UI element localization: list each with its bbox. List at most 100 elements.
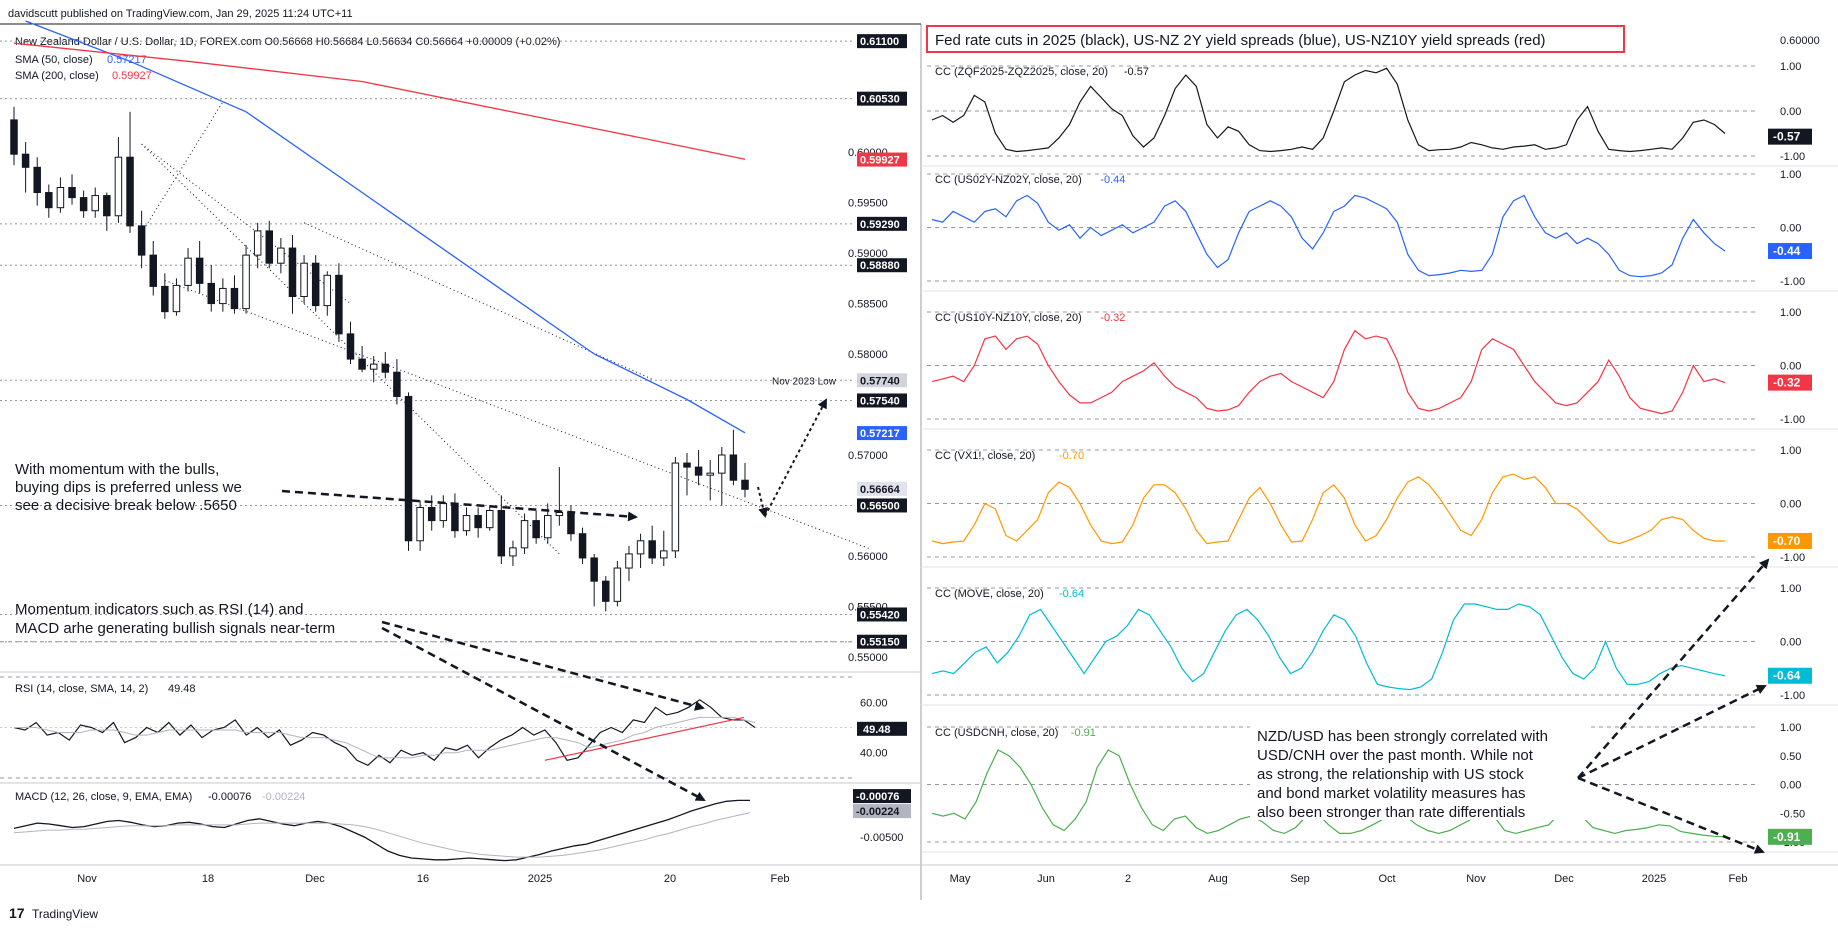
symbol-line: New Zealand Dollar / U.S. Dollar, 1D, FO… bbox=[15, 36, 560, 48]
candle-body bbox=[509, 547, 517, 557]
left-xaxis-label: 2025 bbox=[528, 873, 552, 885]
corr-axis-tick: 0.00 bbox=[1780, 637, 1801, 649]
corr-value-badge-label: -0.57 bbox=[1773, 130, 1801, 144]
candle-body bbox=[126, 156, 134, 227]
corr-axis-tick: -1.00 bbox=[1780, 552, 1805, 564]
right-title: Fed rate cuts in 2025 (black), US-NZ 2Y … bbox=[935, 32, 1546, 49]
candle-body bbox=[741, 479, 749, 490]
right-xaxis-label: Dec bbox=[1554, 873, 1574, 885]
left-xaxis-label: 18 bbox=[202, 873, 214, 885]
candle-body bbox=[68, 187, 76, 199]
candle-body bbox=[207, 282, 216, 305]
annotation-dip-buying: With momentum with the bulls, buying dip… bbox=[15, 461, 242, 514]
left-xaxis-label: Nov bbox=[77, 873, 97, 885]
annotation-momentum: Momentum indicators such as RSI (14) and… bbox=[15, 601, 335, 637]
candle-body bbox=[10, 119, 18, 155]
corr-label-value: -0.70 bbox=[1059, 450, 1084, 462]
arrow-to-move bbox=[1577, 684, 1767, 780]
corr-axis-tick: -1.00 bbox=[1780, 414, 1805, 426]
right-top-tick: 0.60000 bbox=[1780, 35, 1820, 47]
candle-body bbox=[532, 520, 540, 539]
candle-body bbox=[648, 540, 656, 559]
candle-body bbox=[485, 510, 494, 529]
corr-axis-tick: -0.50 bbox=[1780, 808, 1805, 820]
candle-body bbox=[21, 153, 30, 168]
candle-body bbox=[543, 515, 552, 539]
right-xaxis-label: Oct bbox=[1378, 873, 1395, 885]
candle-body bbox=[149, 254, 157, 287]
candle-body bbox=[567, 512, 575, 535]
left-xaxis-label: 20 bbox=[664, 873, 676, 885]
candle-body bbox=[520, 520, 529, 549]
macd-plot: MACD (12, 26, close, 9, EMA, EMA) -0.0007… bbox=[13, 788, 911, 862]
candle-body bbox=[729, 454, 738, 481]
price-level-label: 0.57217 bbox=[860, 428, 900, 440]
right-xaxis-label: Nov bbox=[1466, 873, 1486, 885]
candle-body bbox=[277, 247, 285, 264]
right-xaxis-label: Sep bbox=[1290, 873, 1310, 885]
corr-axis-tick: 0.00 bbox=[1780, 499, 1801, 511]
corr-axis-tick: -1.00 bbox=[1780, 151, 1805, 163]
price-level-label: 0.61100 bbox=[860, 36, 899, 48]
candle-body bbox=[393, 371, 401, 397]
corr-axis-tick: 1.00 bbox=[1780, 307, 1801, 319]
candle-body bbox=[114, 156, 123, 217]
right-xaxis-label: Aug bbox=[1208, 873, 1228, 885]
candle-body bbox=[416, 506, 424, 542]
corr-line bbox=[931, 194, 1726, 278]
corr-axis-tick: 0.00 bbox=[1780, 106, 1801, 118]
annotation-2-line-2: MACD arhe generating bullish signals nea… bbox=[15, 620, 335, 637]
corr-axis-tick: 1.00 bbox=[1780, 583, 1801, 595]
arrow-dip bbox=[757, 486, 768, 518]
candle-body bbox=[323, 274, 332, 307]
rsi-label: RSI (14, close, SMA, 14, 2) bbox=[15, 683, 148, 695]
left-xaxis-label: Feb bbox=[771, 873, 790, 885]
candle-body bbox=[358, 358, 366, 370]
rsi-trendline bbox=[544, 716, 745, 761]
annotation-3-line-1: NZD/USD has been strongly correlated wit… bbox=[1257, 728, 1548, 745]
right-xaxis-label: Jun bbox=[1037, 873, 1055, 885]
corr-label-value: -0.64 bbox=[1059, 588, 1084, 600]
price-axis-tick: 0.56000 bbox=[848, 551, 888, 563]
right-xaxis-label: May bbox=[950, 873, 971, 885]
candle-body bbox=[706, 472, 714, 476]
corr-value-badge-label: -0.32 bbox=[1773, 376, 1801, 390]
candle-body bbox=[137, 225, 146, 256]
arrow-to-usdcnh bbox=[1577, 776, 1765, 854]
macd-axis-tick: -0.00500 bbox=[860, 832, 903, 844]
price-plot bbox=[0, 20, 871, 643]
annotation-correlation: NZD/USD has been strongly correlated wit… bbox=[1250, 726, 1590, 821]
rsi-value: 49.48 bbox=[168, 683, 196, 695]
candle-body bbox=[161, 285, 169, 313]
sma50-label: SMA (50, close) bbox=[15, 54, 93, 66]
chart-canvas: davidscutt published on TradingView.com,… bbox=[0, 8, 1838, 921]
corr-label: CC (MOVE, close, 20) bbox=[935, 588, 1044, 600]
corr-axis-tick: 0.00 bbox=[1780, 361, 1801, 373]
rsi-plot: RSI (14, close, SMA, 14, 2) 49.48 60.00 40.… bbox=[0, 676, 907, 779]
candle-body bbox=[253, 230, 262, 256]
candle-body bbox=[683, 462, 691, 468]
candle-body bbox=[439, 502, 448, 522]
left-xaxis-label: Dec bbox=[305, 873, 325, 885]
candle-body bbox=[172, 284, 181, 313]
right-xaxis-label: 2 bbox=[1125, 873, 1131, 885]
candle-body bbox=[103, 195, 111, 217]
corr-label: CC (US10Y-NZ10Y, close, 20) bbox=[935, 312, 1082, 324]
price-axis-tick: 0.55000 bbox=[848, 652, 888, 664]
corr-value-badge-label: -0.70 bbox=[1773, 534, 1801, 548]
price-axis-tick: 0.59500 bbox=[848, 198, 888, 210]
candle-body bbox=[625, 553, 633, 569]
corr-label-value: -0.91 bbox=[1071, 727, 1096, 739]
corr-axis-tick: 0.00 bbox=[1780, 223, 1801, 235]
candle-body bbox=[33, 166, 41, 194]
candle-body bbox=[184, 257, 192, 286]
rsi-axis-tick: 40.00 bbox=[860, 748, 888, 760]
right-xaxis-label: Feb bbox=[1729, 873, 1748, 885]
corr-line bbox=[931, 67, 1726, 153]
candle-body bbox=[590, 557, 598, 582]
candle-body bbox=[671, 462, 680, 552]
candle-body bbox=[300, 262, 308, 298]
candle-body bbox=[45, 192, 53, 209]
footer-brand: TradingView bbox=[32, 907, 98, 921]
annotation-2-line-1: Momentum indicators such as RSI (14) and bbox=[15, 601, 303, 618]
